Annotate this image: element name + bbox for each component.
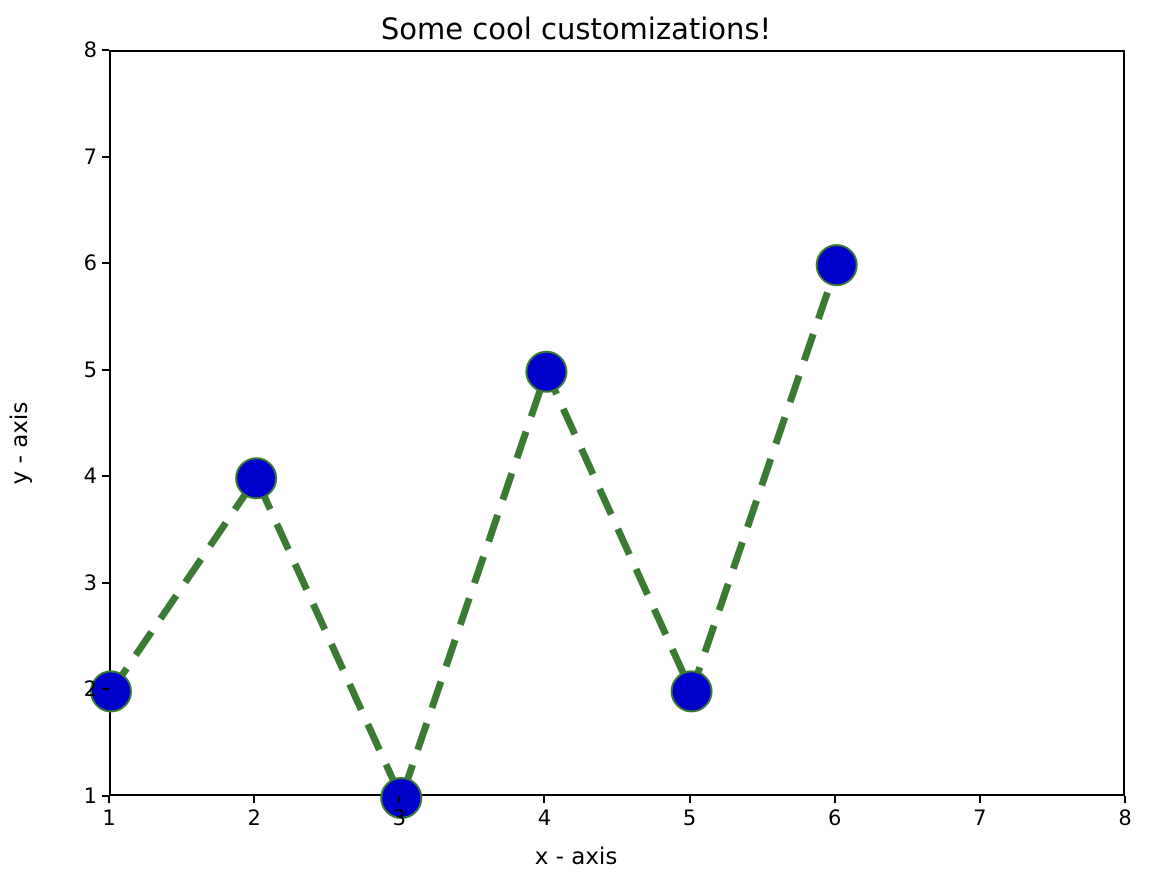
x-tick-label: 2 [247, 806, 260, 830]
y-tick-label: 6 [84, 251, 97, 275]
chart-container: Some cool customizations! y - axis x - a… [0, 0, 1152, 886]
data-marker [672, 671, 712, 711]
y-tick-label: 8 [84, 38, 97, 62]
x-tick-label: 4 [538, 806, 551, 830]
data-marker [817, 245, 857, 285]
x-tick-mark [834, 796, 836, 803]
y-tick-mark [102, 475, 109, 477]
y-tick-mark [102, 262, 109, 264]
x-tick-mark [253, 796, 255, 803]
x-tick-label: 5 [683, 806, 696, 830]
x-tick-mark [398, 796, 400, 803]
x-tick-label: 6 [828, 806, 841, 830]
data-line [111, 265, 837, 798]
data-marker [91, 671, 131, 711]
y-tick-mark [102, 156, 109, 158]
plot-area [109, 50, 1125, 796]
y-tick-mark [102, 49, 109, 51]
x-tick-label: 8 [1118, 806, 1131, 830]
x-tick-label: 1 [102, 806, 115, 830]
data-marker [236, 458, 276, 498]
x-tick-mark [543, 796, 545, 803]
y-tick-label: 4 [84, 464, 97, 488]
y-tick-mark [102, 369, 109, 371]
x-tick-label: 3 [393, 806, 406, 830]
y-tick-mark [102, 582, 109, 584]
x-tick-mark [979, 796, 981, 803]
plot-svg [111, 52, 1123, 794]
y-tick-label: 1 [84, 784, 97, 808]
y-axis-label: y - axis [7, 402, 33, 485]
y-tick-label: 3 [84, 571, 97, 595]
y-tick-mark [102, 795, 109, 797]
y-tick-label: 2 [84, 677, 97, 701]
data-marker [526, 352, 566, 392]
x-tick-label: 7 [973, 806, 986, 830]
y-tick-label: 5 [84, 358, 97, 382]
y-tick-mark [102, 688, 109, 690]
chart-title: Some cool customizations! [0, 12, 1152, 46]
x-tick-mark [689, 796, 691, 803]
x-tick-mark [108, 796, 110, 803]
y-tick-label: 7 [84, 145, 97, 169]
x-tick-mark [1124, 796, 1126, 803]
x-axis-label: x - axis [0, 844, 1152, 870]
